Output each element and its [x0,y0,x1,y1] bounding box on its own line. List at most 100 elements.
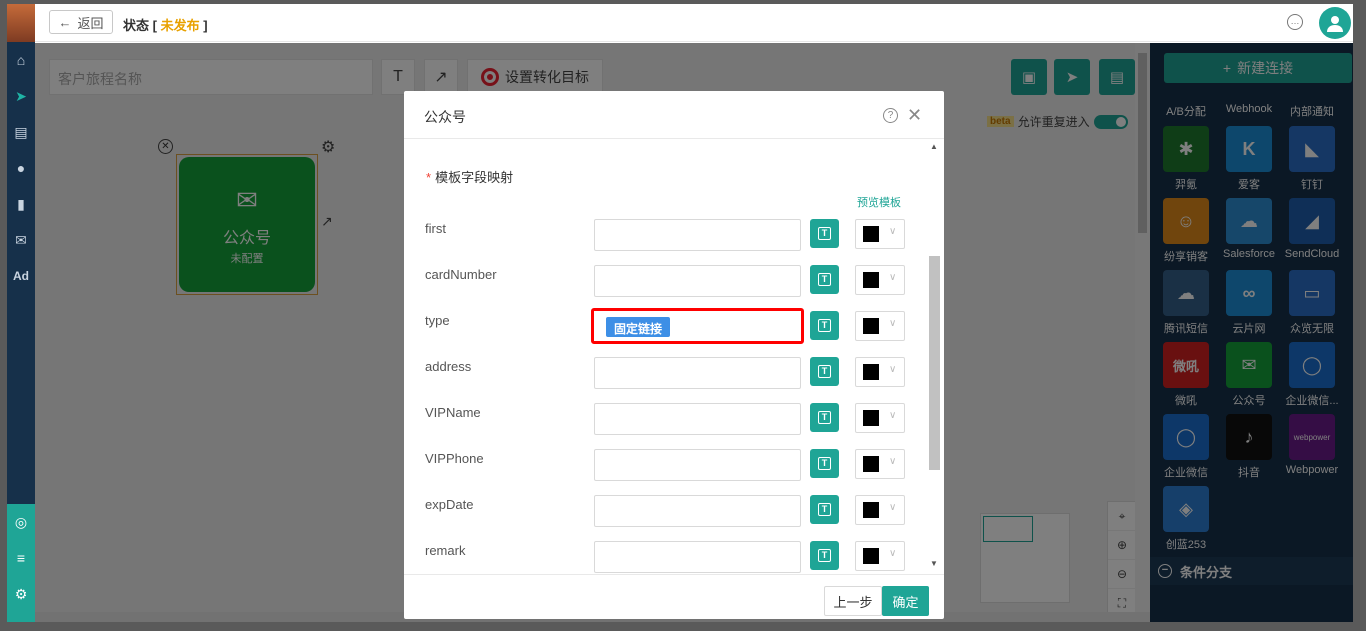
left-nav-bottom: ◎ ≡ ⚙ [7,504,35,622]
text-icon: T [818,273,831,286]
arrow-left-icon: ← [58,14,72,30]
field-input[interactable] [594,265,801,297]
status-prefix: 状态 [ [123,18,161,33]
field-label: cardNumber [425,267,497,282]
color-swatch [863,410,879,426]
send-icon[interactable]: ➤ [7,78,35,114]
layout-icon[interactable]: ▤ [7,114,35,150]
user-icon[interactable]: ● [7,150,35,186]
text-icon: T [818,503,831,516]
color-picker[interactable]: ∨ [855,311,905,341]
status-label: 状态 [ 未发布 ] [123,15,208,34]
user-avatar-icon [1327,16,1343,32]
text-icon: T [818,319,831,332]
color-swatch [863,364,879,380]
app-frame: ⌂ ➤ ▤ ● ▮ ✉ Ad ◎ ≡ ⚙ ← 返回 状态 [ 未发布 ] … 客… [7,4,1353,622]
insert-variable-button[interactable]: T [810,449,839,478]
field-input[interactable] [594,403,801,435]
insert-variable-button[interactable]: T [810,403,839,432]
field-input[interactable] [594,495,801,527]
field-label: expDate [425,497,474,512]
field-label: type [425,313,450,328]
required-marker: * [426,170,432,185]
field-input[interactable] [594,357,801,389]
field-row: type 固定链接 T ∨ [404,308,944,347]
field-row: address T ∨ [404,357,944,393]
insert-variable-button[interactable]: T [810,495,839,524]
chevron-down-icon: ∨ [889,364,897,375]
text-icon: T [818,457,831,470]
bar-chart-icon[interactable]: ▮ [7,186,35,222]
preview-template-link[interactable]: 预览模板 [857,194,901,210]
field-input[interactable]: 固定链接 [591,308,804,344]
field-row: expDate T ∨ [404,495,944,531]
status-suffix: ] [199,18,208,33]
field-row: remark T ∨ [404,541,944,573]
modal-body: * 模板字段映射 预览模板 first T ∨ cardNumber T ∨ type 固定链接… [404,140,944,573]
chevron-down-icon: ∨ [889,410,897,421]
field-label: VIPName [425,405,481,420]
modal-scrollbar[interactable]: ▲ ▼ [926,140,941,570]
color-picker[interactable]: ∨ [855,403,905,433]
settings-icon[interactable]: ⚙ [7,576,35,612]
modal-footer: 上一步 确定 [404,574,944,619]
field-row: cardNumber T ∨ [404,265,944,301]
chevron-down-icon: ∨ [889,226,897,237]
modal-scrollbar-thumb[interactable] [929,256,940,470]
fixed-link-tag[interactable]: 固定链接 [606,317,671,337]
server-icon[interactable]: ≡ [7,540,35,576]
left-nav: ⌂ ➤ ▤ ● ▮ ✉ Ad ◎ ≡ ⚙ [7,4,35,622]
target-icon[interactable]: ◎ [7,504,35,540]
field-input[interactable] [594,449,801,481]
insert-variable-button[interactable]: T [810,265,839,294]
back-button[interactable]: ← 返回 [49,10,113,34]
text-icon: T [818,227,831,240]
chevron-down-icon: ∨ [889,318,897,329]
color-swatch [863,548,879,564]
home-icon[interactable]: ⌂ [7,42,35,78]
chevron-down-icon: ∨ [889,272,897,283]
field-row: VIPPhone T ∨ [404,449,944,485]
scroll-down-icon[interactable]: ▼ [930,559,938,568]
color-picker[interactable]: ∨ [855,541,905,571]
ad-icon[interactable]: Ad [7,258,35,294]
status-value: 未发布 [160,18,200,33]
text-icon: T [818,549,831,562]
back-label: 返回 [77,15,104,31]
color-picker[interactable]: ∨ [855,265,905,295]
color-picker[interactable]: ∨ [855,357,905,387]
color-picker[interactable]: ∨ [855,219,905,249]
field-label: first [425,221,446,236]
close-icon[interactable]: ✕ [907,105,922,126]
field-label: VIPPhone [425,451,484,466]
field-row: VIPName T ∨ [404,403,944,439]
text-icon: T [818,365,831,378]
color-swatch [863,502,879,518]
app-logo [7,4,35,42]
chevron-down-icon: ∨ [889,502,897,513]
avatar[interactable] [1319,7,1351,39]
field-input[interactable] [594,541,801,573]
color-swatch [863,318,879,334]
field-row: first T ∨ [404,219,944,255]
chevron-down-icon: ∨ [889,456,897,467]
color-swatch [863,226,879,242]
chevron-down-icon: ∨ [889,548,897,559]
scroll-up-icon[interactable]: ▲ [930,142,938,151]
message-icon[interactable]: … [1287,14,1303,30]
insert-variable-button[interactable]: T [810,219,839,248]
color-swatch [863,456,879,472]
field-label: remark [425,543,466,558]
confirm-button[interactable]: 确定 [882,586,929,616]
insert-variable-button[interactable]: T [810,311,839,340]
help-icon[interactable]: ? [883,108,898,123]
prev-step-button[interactable]: 上一步 [824,586,882,616]
color-swatch [863,272,879,288]
text-icon: T [818,411,831,424]
insert-variable-button[interactable]: T [810,357,839,386]
field-input[interactable] [594,219,801,251]
color-picker[interactable]: ∨ [855,449,905,479]
wechat-icon[interactable]: ✉ [7,222,35,258]
color-picker[interactable]: ∨ [855,495,905,525]
insert-variable-button[interactable]: T [810,541,839,570]
